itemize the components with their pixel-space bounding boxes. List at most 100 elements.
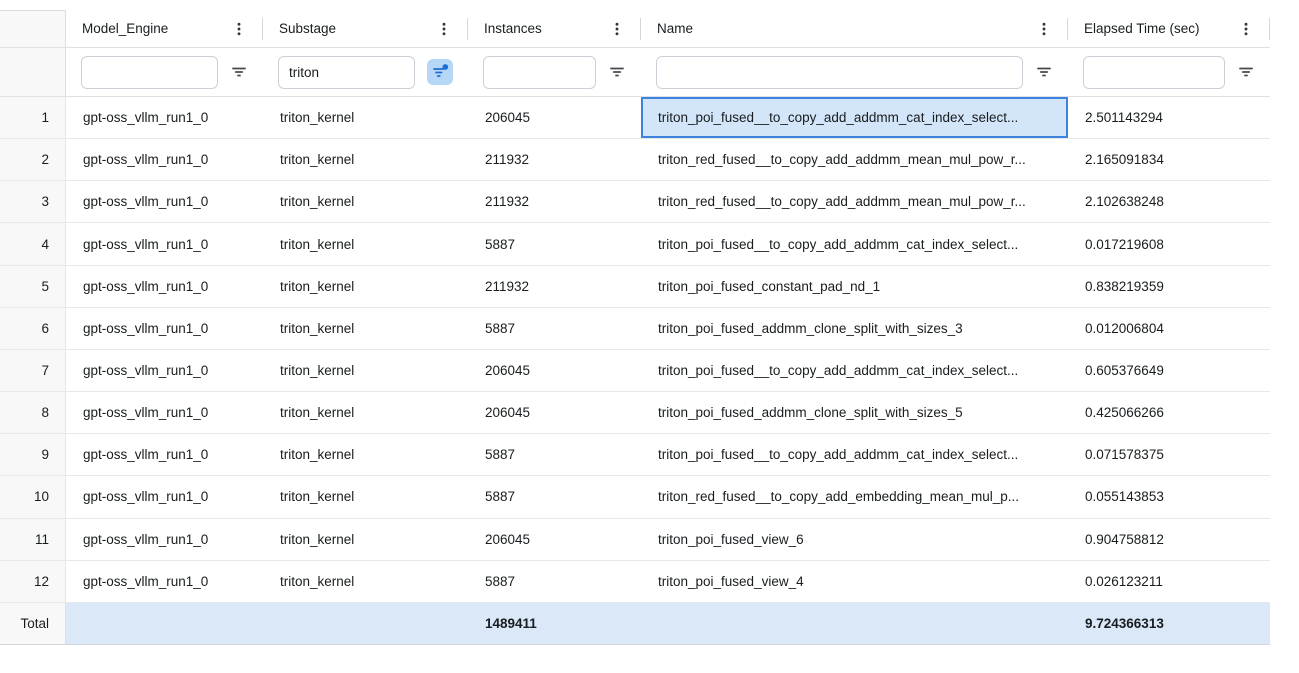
cell-name[interactable]: triton_poi_fused__to_copy_add_addmm_cat_…	[641, 434, 1068, 475]
cell-substage[interactable]: triton_kernel	[263, 97, 468, 138]
cell-substage[interactable]: triton_kernel	[263, 392, 468, 433]
column-header-substage[interactable]: Substage	[263, 10, 468, 47]
cell-name-selected[interactable]: triton_poi_fused__to_copy_add_addmm_cat_…	[641, 97, 1068, 138]
cell-model-engine[interactable]: gpt-oss_vllm_run1_0	[66, 561, 263, 602]
filter-funnel-icon[interactable]	[230, 63, 248, 81]
cell-instances[interactable]: 211932	[468, 266, 641, 307]
column-menu-icon[interactable]	[601, 21, 625, 37]
filter-funnel-active-icon[interactable]	[427, 59, 453, 85]
cell-name[interactable]: triton_poi_fused_view_4	[641, 561, 1068, 602]
row-number: 12	[0, 561, 66, 602]
cell-name[interactable]: triton_poi_fused__to_copy_add_addmm_cat_…	[641, 223, 1068, 264]
cell-substage[interactable]: triton_kernel	[263, 561, 468, 602]
cell-elapsed[interactable]: 0.904758812	[1068, 519, 1270, 560]
cell-instances[interactable]: 5887	[468, 561, 641, 602]
cell-substage[interactable]: triton_kernel	[263, 350, 468, 391]
filter-funnel-icon[interactable]	[1035, 63, 1053, 81]
cell-model-engine[interactable]: gpt-oss_vllm_run1_0	[66, 181, 263, 222]
column-header-model-engine[interactable]: Model_Engine	[66, 10, 263, 47]
filter-row-corner	[0, 48, 66, 96]
cell-instances[interactable]: 5887	[468, 476, 641, 517]
filter-input-substage[interactable]	[278, 56, 415, 89]
cell-name[interactable]: triton_poi_fused_addmm_clone_split_with_…	[641, 392, 1068, 433]
cell-model-engine[interactable]: gpt-oss_vllm_run1_0	[66, 97, 263, 138]
filter-input-name[interactable]	[656, 56, 1023, 89]
cell-substage[interactable]: triton_kernel	[263, 266, 468, 307]
filter-input-model-engine[interactable]	[81, 56, 218, 89]
cell-instances[interactable]: 206045	[468, 392, 641, 433]
cell-elapsed[interactable]: 0.071578375	[1068, 434, 1270, 475]
cell-elapsed[interactable]: 0.425066266	[1068, 392, 1270, 433]
cell-model-engine[interactable]: gpt-oss_vllm_run1_0	[66, 476, 263, 517]
filter-funnel-icon[interactable]	[1237, 63, 1255, 81]
column-menu-icon[interactable]	[428, 21, 452, 37]
cell-name[interactable]: triton_red_fused__to_copy_add_embedding_…	[641, 476, 1068, 517]
column-header-name[interactable]: Name	[641, 10, 1068, 47]
cell-elapsed[interactable]: 0.017219608	[1068, 223, 1270, 264]
filter-cell-instances	[468, 48, 641, 96]
row-number: 7	[0, 350, 66, 391]
cell-name[interactable]: triton_red_fused__to_copy_add_addmm_mean…	[641, 139, 1068, 180]
row-number: 8	[0, 392, 66, 433]
cell-instances[interactable]: 206045	[468, 519, 641, 560]
table-row: 2 gpt-oss_vllm_run1_0 triton_kernel 2119…	[0, 139, 1270, 181]
cell-instances[interactable]: 206045	[468, 350, 641, 391]
cell-name[interactable]: triton_red_fused__to_copy_add_addmm_mean…	[641, 181, 1068, 222]
cell-substage[interactable]: triton_kernel	[263, 476, 468, 517]
cell-instances[interactable]: 211932	[468, 139, 641, 180]
cell-substage[interactable]: triton_kernel	[263, 519, 468, 560]
table-row: 6 gpt-oss_vllm_run1_0 triton_kernel 5887…	[0, 308, 1270, 350]
cell-name[interactable]: triton_poi_fused_addmm_clone_split_with_…	[641, 308, 1068, 349]
cell-instances[interactable]: 211932	[468, 181, 641, 222]
cell-model-engine[interactable]: gpt-oss_vllm_run1_0	[66, 308, 263, 349]
filter-cell-substage	[263, 48, 468, 96]
cell-name[interactable]: triton_poi_fused_view_6	[641, 519, 1068, 560]
column-label: Name	[657, 21, 693, 36]
cell-elapsed[interactable]: 2.501143294	[1068, 97, 1270, 138]
column-menu-icon[interactable]	[223, 21, 247, 37]
cell-model-engine[interactable]: gpt-oss_vllm_run1_0	[66, 392, 263, 433]
cell-substage[interactable]: triton_kernel	[263, 434, 468, 475]
cell-model-engine[interactable]: gpt-oss_vllm_run1_0	[66, 139, 263, 180]
column-menu-icon[interactable]	[1230, 21, 1254, 37]
row-number: 1	[0, 97, 66, 138]
cell-model-engine[interactable]: gpt-oss_vllm_run1_0	[66, 434, 263, 475]
cell-name[interactable]: triton_poi_fused_constant_pad_nd_1	[641, 266, 1068, 307]
filter-input-elapsed-time[interactable]	[1083, 56, 1225, 89]
column-header-instances[interactable]: Instances	[468, 10, 641, 47]
column-header-row: Model_Engine Substage Instances Name Ela	[0, 10, 1270, 48]
column-header-elapsed-time[interactable]: Elapsed Time (sec)	[1068, 10, 1270, 47]
cell-substage[interactable]: triton_kernel	[263, 223, 468, 264]
cell-elapsed[interactable]: 0.838219359	[1068, 266, 1270, 307]
filter-funnel-icon[interactable]	[608, 63, 626, 81]
row-number: 6	[0, 308, 66, 349]
cell-elapsed[interactable]: 0.012006804	[1068, 308, 1270, 349]
row-number: 5	[0, 266, 66, 307]
cell-model-engine[interactable]: gpt-oss_vllm_run1_0	[66, 266, 263, 307]
total-elapsed: 9.724366313	[1068, 603, 1270, 644]
cell-instances[interactable]: 5887	[468, 223, 641, 264]
cell-substage[interactable]: triton_kernel	[263, 181, 468, 222]
cell-elapsed[interactable]: 2.165091834	[1068, 139, 1270, 180]
table-row: 3 gpt-oss_vllm_run1_0 triton_kernel 2119…	[0, 181, 1270, 223]
cell-model-engine[interactable]: gpt-oss_vllm_run1_0	[66, 223, 263, 264]
cell-elapsed[interactable]: 0.026123211	[1068, 561, 1270, 602]
cell-elapsed[interactable]: 0.055143853	[1068, 476, 1270, 517]
filter-cell-name	[641, 48, 1068, 96]
cell-elapsed[interactable]: 2.102638248	[1068, 181, 1270, 222]
cell-substage[interactable]: triton_kernel	[263, 308, 468, 349]
column-label: Elapsed Time (sec)	[1084, 21, 1200, 36]
column-menu-icon[interactable]	[1028, 21, 1052, 37]
column-label: Instances	[484, 21, 542, 36]
cell-model-engine[interactable]: gpt-oss_vllm_run1_0	[66, 519, 263, 560]
cell-instances[interactable]: 5887	[468, 308, 641, 349]
filter-input-instances[interactable]	[483, 56, 596, 89]
row-number: 4	[0, 223, 66, 264]
cell-elapsed[interactable]: 0.605376649	[1068, 350, 1270, 391]
cell-model-engine[interactable]: gpt-oss_vllm_run1_0	[66, 350, 263, 391]
cell-substage[interactable]: triton_kernel	[263, 139, 468, 180]
row-number: 10	[0, 476, 66, 517]
cell-name[interactable]: triton_poi_fused__to_copy_add_addmm_cat_…	[641, 350, 1068, 391]
cell-instances[interactable]: 5887	[468, 434, 641, 475]
cell-instances[interactable]: 206045	[468, 97, 641, 138]
